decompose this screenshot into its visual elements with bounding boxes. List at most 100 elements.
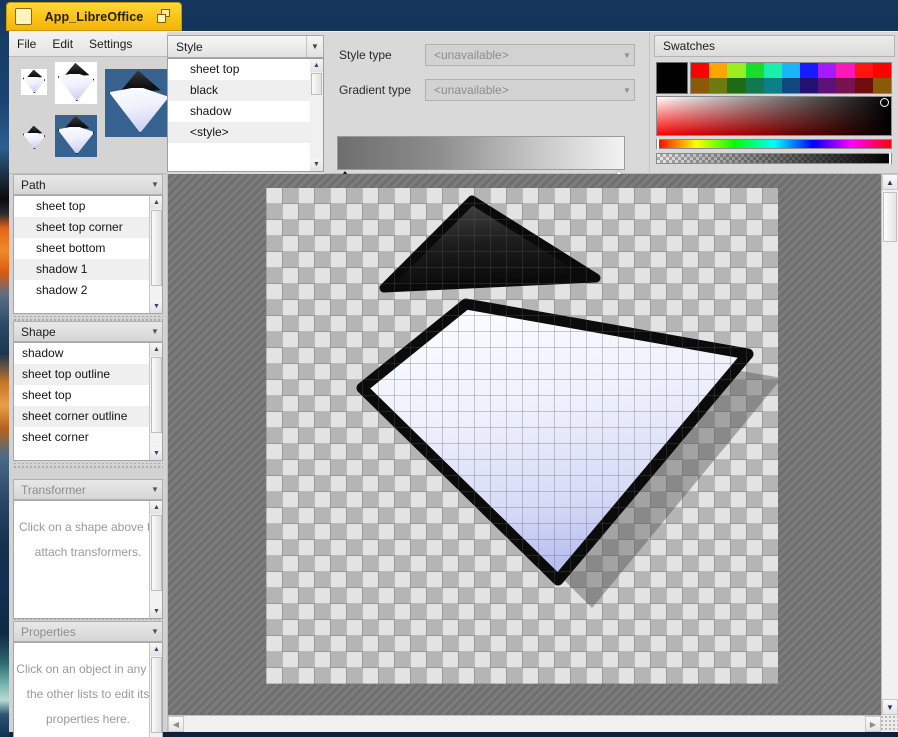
current-color-swatch[interactable] bbox=[656, 62, 688, 94]
scroll-down-icon[interactable]: ▼ bbox=[150, 605, 162, 618]
list-item[interactable]: shadow 2 bbox=[14, 280, 162, 301]
list-item[interactable]: sheet top outline bbox=[14, 364, 162, 385]
chevron-down-icon[interactable]: ▼ bbox=[148, 327, 162, 336]
list-item[interactable]: sheet corner outline bbox=[14, 406, 162, 427]
preview-thumb-16-white[interactable] bbox=[21, 69, 47, 95]
gradient-preview[interactable] bbox=[337, 136, 625, 170]
window-titlebar[interactable]: App_LibreOffice bbox=[6, 2, 182, 31]
style-dropdown-list[interactable]: sheet top black shadow <style> ▲ ▼ bbox=[167, 58, 324, 172]
palette-swatch[interactable] bbox=[872, 78, 891, 93]
chevron-down-icon[interactable]: ▼ bbox=[620, 86, 634, 95]
palette-swatch[interactable] bbox=[854, 78, 873, 93]
style-combobox[interactable]: Style ▼ bbox=[167, 35, 324, 58]
scroll-right-icon[interactable]: ▶ bbox=[865, 716, 881, 732]
resize-grip-icon[interactable] bbox=[881, 715, 898, 732]
scrollbar-thumb[interactable] bbox=[151, 357, 162, 433]
palette-swatch[interactable] bbox=[781, 78, 801, 93]
list-item[interactable]: sheet bottom bbox=[14, 238, 162, 259]
style-option[interactable]: shadow bbox=[168, 101, 323, 122]
palette-swatch[interactable] bbox=[800, 63, 819, 78]
panel-properties-scrollbar[interactable]: ▲ ▼ bbox=[149, 643, 162, 737]
preview-thumb-32-white[interactable] bbox=[55, 62, 97, 104]
scroll-up-icon[interactable]: ▲ bbox=[150, 196, 162, 209]
menu-file[interactable]: File bbox=[9, 34, 44, 54]
list-item[interactable]: shadow bbox=[14, 343, 162, 364]
palette-swatch[interactable] bbox=[781, 63, 801, 78]
scroll-up-icon[interactable]: ▲ bbox=[150, 501, 162, 514]
scrollbar-thumb[interactable] bbox=[151, 515, 162, 591]
scrollbar-thumb[interactable] bbox=[883, 192, 897, 242]
scroll-up-icon[interactable]: ▲ bbox=[882, 174, 898, 190]
list-item[interactable]: sheet top corner bbox=[14, 217, 162, 238]
chevron-down-icon[interactable]: ▼ bbox=[620, 51, 634, 60]
panel-properties-header[interactable]: Properties ▼ bbox=[13, 621, 163, 642]
alpha-slider[interactable] bbox=[656, 153, 892, 164]
splitter-shape-transformer[interactable] bbox=[13, 463, 163, 468]
scroll-down-icon[interactable]: ▼ bbox=[882, 699, 898, 715]
palette-swatch[interactable] bbox=[709, 78, 728, 93]
panel-path-scrollbar[interactable]: ▲ ▼ bbox=[149, 196, 162, 313]
scrollbar-thumb[interactable] bbox=[311, 73, 322, 95]
scroll-down-icon[interactable]: ▼ bbox=[310, 158, 323, 171]
palette-swatch[interactable] bbox=[763, 63, 782, 78]
panel-shape-scrollbar[interactable]: ▲ ▼ bbox=[149, 343, 162, 460]
palette-swatch[interactable] bbox=[691, 63, 710, 78]
preview-thumb-64-blue[interactable] bbox=[105, 69, 173, 137]
panel-path-header[interactable]: Path ▼ bbox=[13, 174, 163, 195]
menu-settings[interactable]: Settings bbox=[81, 34, 140, 54]
hue-slider[interactable] bbox=[656, 139, 892, 149]
scroll-down-icon[interactable]: ▼ bbox=[150, 300, 162, 313]
preview-thumb-16-none[interactable] bbox=[21, 125, 47, 151]
list-item[interactable]: sheet top bbox=[14, 385, 162, 406]
style-type-select[interactable]: <unavailable> ▼ bbox=[425, 44, 635, 66]
list-item[interactable]: sheet top bbox=[14, 196, 162, 217]
artboard[interactable] bbox=[266, 188, 778, 684]
canvas-vertical-scrollbar[interactable]: ▲ ▼ bbox=[881, 174, 898, 715]
style-dropdown-scrollbar[interactable]: ▲ ▼ bbox=[310, 59, 323, 171]
palette-swatch[interactable] bbox=[745, 78, 764, 93]
icon-editor-canvas[interactable]: ▲ ▼ ◀ ▶ bbox=[167, 174, 898, 732]
palette-swatch[interactable] bbox=[836, 78, 855, 93]
list-item[interactable]: shadow 1 bbox=[14, 259, 162, 280]
panel-transformer-body[interactable]: Click on a shape above to attach transfo… bbox=[13, 500, 163, 619]
palette-swatch[interactable] bbox=[727, 78, 746, 93]
palette-swatch[interactable] bbox=[709, 63, 728, 78]
chevron-down-icon[interactable]: ▼ bbox=[306, 36, 323, 57]
panel-path-list[interactable]: sheet top sheet top corner sheet bottom … bbox=[13, 195, 163, 314]
panel-shape-list[interactable]: shadow sheet top outline sheet top sheet… bbox=[13, 342, 163, 461]
restore-window-icon[interactable] bbox=[156, 9, 174, 24]
panel-properties-body[interactable]: Click on an object in any of the other l… bbox=[13, 642, 163, 737]
palette-swatch[interactable] bbox=[800, 78, 819, 93]
style-option[interactable]: <style> bbox=[168, 122, 323, 143]
saturation-value-picker[interactable] bbox=[656, 96, 892, 136]
palette-grid[interactable] bbox=[690, 62, 892, 94]
palette-swatch[interactable] bbox=[854, 63, 873, 78]
preview-thumb-32-blue[interactable] bbox=[55, 115, 97, 157]
scrollbar-thumb[interactable] bbox=[151, 657, 162, 733]
palette-swatch[interactable] bbox=[745, 63, 764, 78]
menu-edit[interactable]: Edit bbox=[44, 34, 81, 54]
palette-swatch[interactable] bbox=[727, 63, 746, 78]
chevron-down-icon[interactable]: ▼ bbox=[148, 485, 162, 494]
scroll-left-icon[interactable]: ◀ bbox=[168, 716, 184, 732]
panel-transformer-scrollbar[interactable]: ▲ ▼ bbox=[149, 501, 162, 618]
palette-swatch[interactable] bbox=[836, 63, 855, 78]
canvas-horizontal-scrollbar[interactable]: ◀ ▶ bbox=[168, 715, 881, 732]
palette-swatch[interactable] bbox=[818, 63, 837, 78]
palette-swatch[interactable] bbox=[691, 78, 710, 93]
scroll-up-icon[interactable]: ▲ bbox=[150, 343, 162, 356]
chevron-down-icon[interactable]: ▼ bbox=[148, 627, 162, 636]
scroll-down-icon[interactable]: ▼ bbox=[150, 447, 162, 460]
style-option[interactable]: black bbox=[168, 80, 323, 101]
gradient-type-select[interactable]: <unavailable> ▼ bbox=[425, 79, 635, 101]
palette-swatch[interactable] bbox=[872, 63, 891, 78]
panel-shape-header[interactable]: Shape ▼ bbox=[13, 321, 163, 342]
style-option[interactable]: sheet top bbox=[168, 59, 323, 80]
chevron-down-icon[interactable]: ▼ bbox=[148, 180, 162, 189]
panel-transformer-header[interactable]: Transformer ▼ bbox=[13, 479, 163, 500]
palette-swatch[interactable] bbox=[763, 78, 782, 93]
scroll-up-icon[interactable]: ▲ bbox=[150, 643, 162, 656]
scrollbar-thumb[interactable] bbox=[151, 210, 162, 286]
list-item[interactable]: sheet corner bbox=[14, 427, 162, 448]
scroll-up-icon[interactable]: ▲ bbox=[310, 59, 323, 72]
